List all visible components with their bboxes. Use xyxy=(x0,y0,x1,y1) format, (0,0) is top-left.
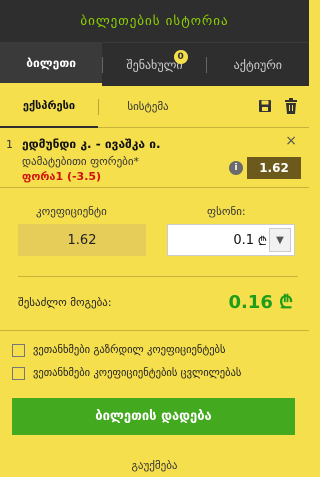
bet-odds: 1.62 xyxy=(247,157,301,179)
stake-label: ფსონი: xyxy=(207,205,246,218)
coef-label: კოეფიციენტი xyxy=(36,205,107,218)
accept-higher-odds-option[interactable]: ვეთანხმები გაზრდილ კოეფიციენტებს xyxy=(12,341,302,359)
bet-item: 1 ედმუნდი კ. - ივაშკა ი. დამატებითი ფორე… xyxy=(0,129,309,186)
tab-system[interactable]: სისტემა xyxy=(99,86,197,128)
coef-value: 1.62 xyxy=(67,232,97,248)
tab-saved[interactable]: შენახული 0 xyxy=(103,43,205,86)
chevron-down-icon: ▼ xyxy=(276,234,284,246)
checkbox[interactable] xyxy=(12,366,25,380)
bet-event-title: ედმუნდი კ. - ივაშკა ი. xyxy=(22,137,161,151)
tab-ticket[interactable]: ბილეთი xyxy=(0,43,103,86)
app-header: ბილეთების ისტორია xyxy=(0,0,309,42)
ticket-actions xyxy=(257,98,299,114)
stake-input[interactable]: 0.1 ₾ ▼ xyxy=(167,224,295,256)
tab-active-label: აქტიური xyxy=(233,57,282,72)
save-icon[interactable] xyxy=(257,98,273,114)
cancel-label: გაუქმება xyxy=(131,459,178,472)
currency-icon: ₾ xyxy=(257,234,267,248)
stake-value: 0.1 xyxy=(233,233,254,248)
accept-odds-change-label: ვეთანხმები კოეფიციენტების ცვლილებას xyxy=(33,367,242,379)
accept-odds-change-option[interactable]: ვეთანხმები კოეფიციენტების ცვლილებას xyxy=(12,364,302,382)
saved-count-badge: 0 xyxy=(173,50,188,64)
tab-ticket-label: ბილეთი xyxy=(26,56,77,70)
bet-type-tabs: ექსპრესი სისტემა xyxy=(0,86,309,128)
close-icon[interactable]: × xyxy=(285,133,297,149)
accept-higher-odds-label: ვეთანხმები გაზრდილ კოეფიციენტებს xyxy=(33,344,226,356)
divider xyxy=(0,330,309,331)
bet-selection: ფორა1 (-3.5) xyxy=(22,170,102,183)
bet-odds-value: 1.62 xyxy=(259,161,289,175)
place-bet-label: ბილეთის დადება xyxy=(95,409,212,424)
tab-system-label: სისტემა xyxy=(127,100,169,113)
coef-display: 1.62 xyxy=(18,224,146,256)
bet-market: დამატებითი ფორები* xyxy=(22,155,140,168)
possible-win-value: 0.16 ₾ xyxy=(228,292,293,313)
stake-dropdown-button[interactable]: ▼ xyxy=(269,228,291,252)
tab-express[interactable]: ექსპრესი xyxy=(0,86,98,128)
checkbox[interactable] xyxy=(12,343,25,357)
trash-icon[interactable] xyxy=(283,98,299,114)
place-bet-button[interactable]: ბილეთის დადება xyxy=(12,398,295,435)
bet-number: 1 xyxy=(6,138,13,151)
possible-win-label: შესაძლო მოგება: xyxy=(18,296,112,309)
divider xyxy=(18,276,298,277)
header-title: ბილეთების ისტორია xyxy=(80,13,229,29)
cancel-link[interactable]: გაუქმება xyxy=(0,459,309,472)
tab-active[interactable]: აქტიური xyxy=(207,43,309,86)
divider xyxy=(0,187,309,188)
main-tabs: ბილეთი შენახული 0 აქტიური xyxy=(0,42,309,86)
info-icon[interactable]: i xyxy=(229,161,243,175)
tab-express-label: ექსპრესი xyxy=(22,99,76,112)
